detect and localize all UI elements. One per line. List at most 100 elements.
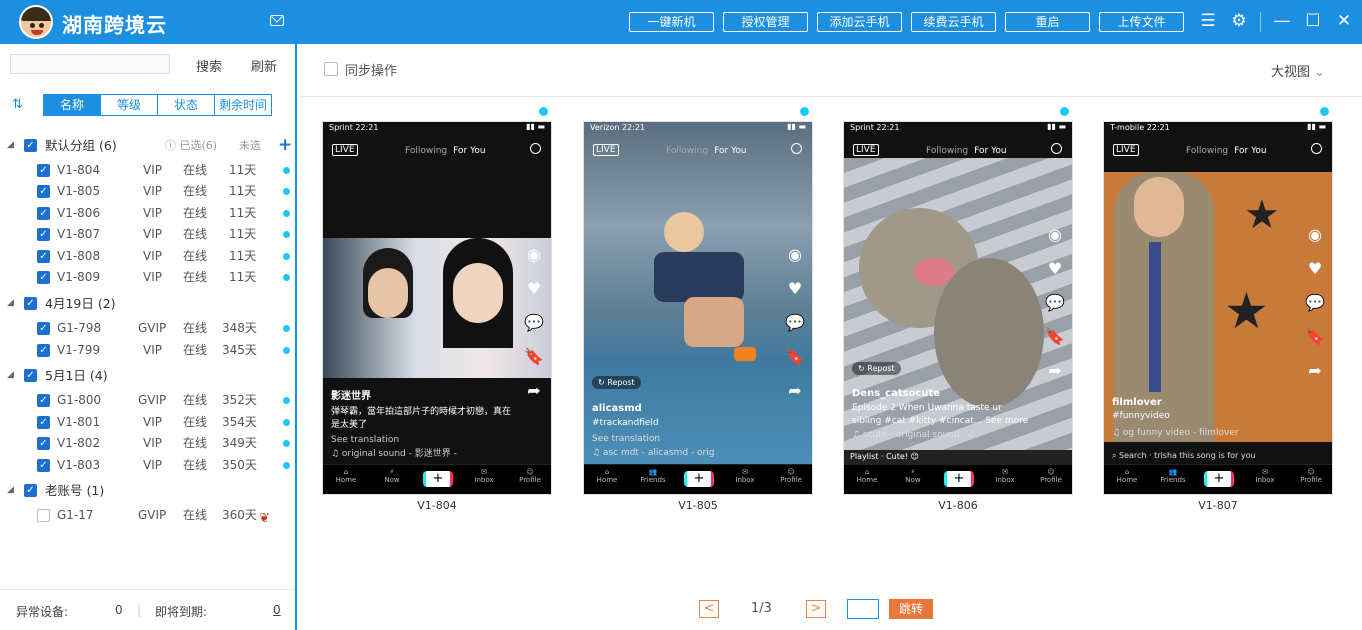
expand-arrow-icon[interactable]: ◢ — [7, 480, 14, 501]
next-page-button[interactable]: > — [806, 600, 826, 618]
phone-screen[interactable]: Verizon 22:21 ▮▮ ▬ LIVE Following For You… — [583, 121, 813, 495]
feed-tabs[interactable]: Following For You — [926, 146, 1007, 156]
search-button[interactable]: 搜索 — [196, 56, 222, 75]
expand-arrow-icon[interactable]: ◢ — [7, 365, 14, 386]
comment-icon[interactable]: 💬 — [523, 315, 545, 331]
device-row[interactable]: ✓ V1-807 VIP 在线 11天 — [0, 224, 297, 245]
like-icon[interactable]: ♥ — [1044, 261, 1066, 277]
bookmark-icon[interactable]: 🔖 — [1304, 329, 1326, 345]
sync-checkbox[interactable] — [324, 62, 338, 76]
sort-icon[interactable]: ⇅ — [12, 97, 23, 112]
device-checkbox[interactable]: ✓ — [37, 185, 50, 198]
expand-arrow-icon[interactable]: ◢ — [7, 135, 14, 156]
device-row[interactable]: ✓ V1-802 VIP 在线 349天 — [0, 433, 297, 454]
nav-inbox[interactable]: ✉ Inbox — [1250, 468, 1280, 484]
nav-home[interactable]: ⌂ Home — [592, 468, 622, 484]
group-checkbox[interactable]: ✓ — [24, 297, 37, 310]
page-number-input[interactable] — [847, 599, 879, 619]
mail-icon[interactable] — [270, 15, 284, 26]
feed-tabs[interactable]: Following For You — [1186, 146, 1267, 156]
comment-icon[interactable]: 💬 — [1044, 295, 1066, 311]
device-checkbox[interactable]: ✓ — [37, 459, 50, 472]
search-icon[interactable] — [530, 143, 541, 154]
menu-icon[interactable]: ☰ — [1198, 10, 1218, 32]
phone-screen[interactable]: Sprint 22:21 ▮▮ ▬ LIVE Following For You … — [843, 121, 1073, 495]
bookmark-icon[interactable]: 🔖 — [523, 349, 545, 365]
device-checkbox[interactable]: ✓ — [37, 344, 50, 357]
restart-button[interactable]: 重启 — [1005, 12, 1090, 32]
device-checkbox[interactable]: ✓ — [37, 322, 50, 335]
settings-icon[interactable]: ⚙ — [1229, 10, 1249, 32]
translate-link[interactable]: See translation — [592, 433, 772, 446]
phone-screen[interactable]: Sprint 22:21 ▮▮ ▬ LIVE Following For You … — [322, 121, 552, 495]
like-icon[interactable]: ♥ — [1304, 261, 1326, 277]
group-checkbox[interactable]: ✓ — [24, 139, 37, 152]
device-row[interactable]: ✓ V1-799 VIP 在线 345天 — [0, 340, 297, 361]
create-plus-icon[interactable]: + — [684, 471, 714, 487]
phone-screen[interactable]: ★ ★ T-mobile 22:21 ▮▮ ▬ LIVE Following Fo… — [1103, 121, 1333, 495]
renew-cloud-phone-button[interactable]: 续费云手机 — [911, 12, 996, 32]
search-icon[interactable] — [1051, 143, 1062, 154]
unselected-link[interactable]: 未选 — [239, 135, 261, 156]
share-icon[interactable]: ➦ — [1044, 363, 1066, 379]
tab-remaining-time[interactable]: 剩余时间 — [214, 94, 272, 116]
jump-button[interactable]: 跳转 — [889, 599, 933, 619]
live-icon[interactable]: LIVE — [332, 144, 358, 156]
live-icon[interactable]: LIVE — [593, 144, 619, 156]
avatar[interactable]: ◉ — [523, 247, 545, 263]
expand-arrow-icon[interactable]: ◢ — [7, 293, 14, 314]
add-cloud-phone-button[interactable]: 添加云手机 — [817, 12, 902, 32]
device-checkbox[interactable]: ✓ — [37, 394, 50, 407]
device-checkbox[interactable]: ✓ — [37, 416, 50, 429]
prev-page-button[interactable]: < — [699, 600, 719, 618]
nav-profile[interactable]: ☺ Profile — [776, 468, 806, 484]
avatar[interactable]: ◉ — [1044, 227, 1066, 243]
create-plus-icon[interactable]: + — [944, 471, 974, 487]
device-checkbox[interactable] — [37, 509, 50, 522]
minimize-icon[interactable]: — — [1272, 10, 1292, 32]
like-icon[interactable]: ♥ — [523, 281, 545, 297]
add-device-icon[interactable]: + — [278, 135, 292, 155]
device-checkbox[interactable]: ✓ — [37, 271, 50, 284]
device-row[interactable]: ✓ V1-804 VIP 在线 11天 — [0, 160, 297, 181]
create-plus-icon[interactable]: + — [423, 471, 453, 487]
maximize-icon[interactable]: ☐ — [1303, 10, 1323, 32]
device-row[interactable]: ✓ V1-805 VIP 在线 11天 — [0, 181, 297, 202]
nav-profile[interactable]: ☺ Profile — [1036, 468, 1066, 484]
device-row[interactable]: ✓ G1-798 GVIP 在线 348天 — [0, 318, 297, 339]
nav-profile[interactable]: ☺ Profile — [515, 468, 545, 484]
avatar[interactable]: ◉ — [784, 247, 806, 263]
expiring-count[interactable]: 0 — [273, 603, 281, 617]
device-checkbox[interactable]: ✓ — [37, 207, 50, 220]
device-checkbox[interactable]: ✓ — [37, 250, 50, 263]
comment-icon[interactable]: 💬 — [784, 315, 806, 331]
nav-friends[interactable]: 👥 Friends — [638, 468, 668, 484]
nav-profile[interactable]: ☺ Profile — [1296, 468, 1326, 484]
bookmark-icon[interactable]: 🔖 — [1044, 329, 1066, 345]
comment-icon[interactable]: 💬 — [1304, 295, 1326, 311]
device-row[interactable]: G1-17 GVIP 在线 360天 ❦ — [0, 505, 297, 526]
nav-now[interactable]: ⚡ Now — [898, 468, 928, 484]
device-row[interactable]: ✓ V1-801 VIP 在线 354天 — [0, 412, 297, 433]
group-row[interactable]: ◢ ✓ 5月1日 (4) — [0, 365, 297, 386]
nav-now[interactable]: ⚡ Now — [377, 468, 407, 484]
device-checkbox[interactable]: ✓ — [37, 228, 50, 241]
nav-inbox[interactable]: ✉ Inbox — [990, 468, 1020, 484]
live-icon[interactable]: LIVE — [1113, 144, 1139, 156]
one-click-new-device-button[interactable]: 一键新机 — [629, 12, 714, 32]
upload-file-button[interactable]: 上传文件 — [1099, 12, 1184, 32]
tab-status[interactable]: 状态 — [157, 94, 215, 116]
device-row[interactable]: ✓ V1-809 VIP 在线 11天 — [0, 267, 297, 288]
device-checkbox[interactable]: ✓ — [37, 164, 50, 177]
like-icon[interactable]: ♥ — [784, 281, 806, 297]
translate-link[interactable]: See translation — [331, 434, 511, 447]
bookmark-icon[interactable]: 🔖 — [784, 349, 806, 365]
nav-inbox[interactable]: ✉ Inbox — [469, 468, 499, 484]
share-icon[interactable]: ➦ — [1304, 363, 1326, 379]
share-icon[interactable]: ➦ — [523, 383, 545, 399]
nav-home[interactable]: ⌂ Home — [852, 468, 882, 484]
group-row[interactable]: ◢ ✓ 老账号 (1) — [0, 480, 297, 501]
group-row[interactable]: ◢ ✓ 默认分组 (6) ⓘ 已选(6) 未选 + — [0, 135, 297, 156]
device-row[interactable]: ✓ G1-800 GVIP 在线 352天 — [0, 390, 297, 411]
tab-name[interactable]: 名称 — [43, 94, 101, 116]
